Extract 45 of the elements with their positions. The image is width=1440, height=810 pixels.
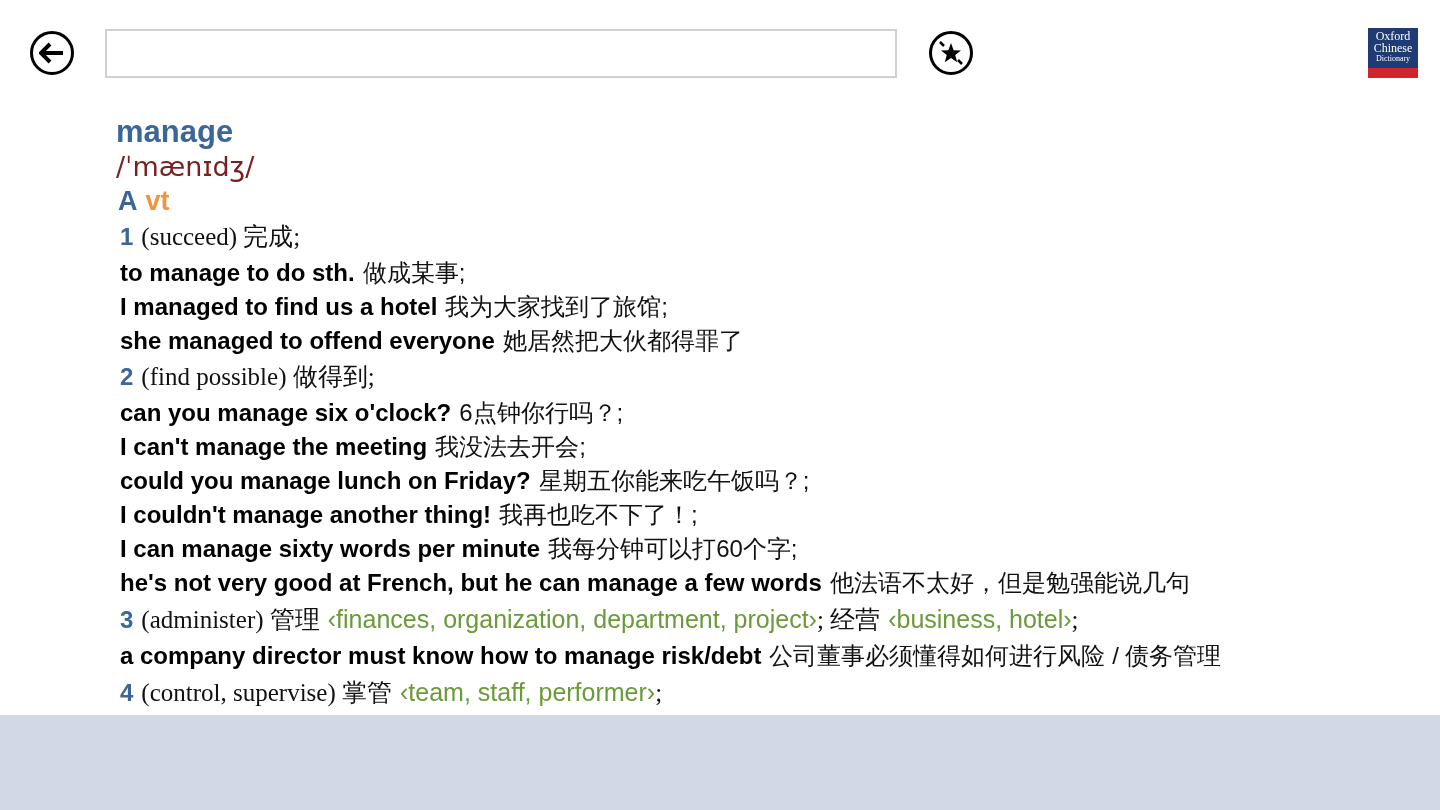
example-translation: 6点钟你行吗？; — [459, 398, 624, 428]
example-translation: 她居然把大伙都得罪了 — [502, 326, 743, 356]
sense-number: 2 — [120, 362, 134, 392]
example-translation: 我每分钟可以打60个字; — [548, 534, 798, 564]
sense-number: 4 — [120, 678, 134, 708]
example-translation: 我再也吃不下了！; — [499, 500, 698, 530]
example-phrase: can you manage six o'clock? — [120, 398, 452, 428]
example-phrase: she managed to offend everyone — [120, 326, 495, 356]
logo-text: Chinese — [1373, 42, 1413, 54]
part-of-speech: vt — [145, 185, 170, 218]
example-phrase: I managed to find us a hotel — [120, 292, 438, 322]
example-translation: 公司董事必须懂得如何进行风险 / 债务管理 — [769, 641, 1222, 671]
sense-gloss: ; — [1071, 605, 1079, 635]
sense-gloss: ; 经营 — [816, 605, 881, 635]
sense-gloss: (control, supervise) 掌管 — [141, 678, 392, 709]
favorites-button[interactable] — [929, 31, 973, 75]
example-phrase: he's not very good at French, but he can manage a few words — [120, 568, 822, 598]
example-phrase: I can manage sixty words per minute — [120, 534, 541, 564]
example-translation: 做成某事; — [362, 258, 466, 288]
sense-number: 3 — [120, 605, 134, 635]
headword: manage — [116, 114, 234, 150]
example-translation: 星期五你能来吃午饭吗？; — [538, 466, 810, 496]
logo-text: Dictionary — [1375, 54, 1411, 64]
logo-text: Oxford — [1375, 30, 1411, 42]
sense-gloss: (succeed) 完成; — [141, 222, 301, 253]
example-phrase: a company director must know how to manage risk/debt — [120, 641, 762, 671]
sense-letter: A — [118, 185, 138, 218]
sense-gloss: (administer) 管理 — [141, 605, 320, 636]
sense-number: 1 — [120, 222, 134, 252]
collocate-text: ‹finances, organization, department, project› — [327, 604, 817, 635]
sense-gloss: ; — [655, 678, 663, 708]
sense-gloss: (find possible) 做得到; — [141, 362, 375, 393]
example-phrase: could you manage lunch on Friday? — [120, 466, 531, 496]
pronunciation: /ˈmænɪdʒ/ — [116, 150, 255, 184]
example-phrase: I couldn't manage another thing! — [120, 500, 492, 530]
collocate-text: ‹business, hotel› — [888, 604, 1072, 635]
collocate-text: ‹team, staff, performer› — [400, 677, 656, 708]
example-translation: 他法语不太好，但是勉强能说几句 — [829, 568, 1190, 598]
example-phrase: I can't manage the meeting — [120, 432, 428, 462]
back-arrow-icon — [39, 42, 65, 64]
example-phrase: to manage to do sth. — [120, 258, 355, 288]
example-translation: 我为大家找到了旅馆; — [445, 292, 669, 322]
back-button[interactable] — [30, 31, 74, 75]
search-field[interactable] — [105, 28, 897, 78]
example-translation: 我没法去开会; — [435, 432, 586, 462]
